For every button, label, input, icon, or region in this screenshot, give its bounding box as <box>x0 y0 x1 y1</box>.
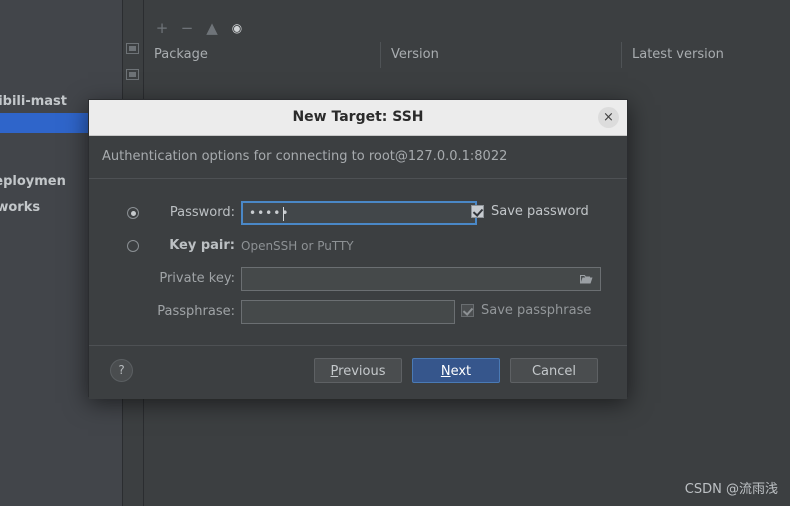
text-caret <box>283 207 284 221</box>
folder-icon[interactable] <box>579 274 593 285</box>
previous-accel: P <box>330 364 339 379</box>
window-icon-1[interactable] <box>126 43 139 54</box>
new-target-ssh-dialog: New Target: SSH × Authentication options… <box>88 99 628 399</box>
package-table-header: Package Version Latest version <box>144 42 790 69</box>
keypair-label: Key pair: <box>169 238 235 253</box>
dialog-footer: ? Previous Next Cancel <box>89 345 627 399</box>
add-package-button[interactable]: + <box>152 18 172 38</box>
passphrase-label: Passphrase: <box>157 304 235 319</box>
show-early-releases-eye-icon[interactable]: ◉ <box>227 18 247 38</box>
keypair-row: Key pair: OpenSSH or PuTTY <box>89 234 627 258</box>
column-header-version[interactable]: Version <box>380 42 621 68</box>
close-icon[interactable]: × <box>598 107 619 128</box>
private-key-label: Private key: <box>159 271 235 286</box>
remove-package-button[interactable]: − <box>177 18 197 38</box>
sidebar-item-label: -Bilibili-mast <box>0 94 68 109</box>
next-accel: N <box>440 364 451 379</box>
upgrade-package-button[interactable]: ▲ <box>202 18 222 38</box>
save-passphrase-label: Save passphrase <box>481 303 592 318</box>
sidebar-item-label: , Deploymen <box>0 174 66 189</box>
dialog-subtitle-bar: Authentication options for connecting to… <box>89 136 627 179</box>
save-password-checkbox[interactable]: Save password <box>471 204 589 222</box>
dialog-title: New Target: SSH <box>292 109 424 125</box>
save-passphrase-checkbox[interactable]: Save passphrase <box>461 303 591 321</box>
window-icon-2[interactable] <box>126 69 139 80</box>
password-row: Password: ••••• Save password <box>89 201 627 225</box>
help-button[interactable]: ? <box>110 359 133 382</box>
cancel-button[interactable]: Cancel <box>510 358 598 383</box>
private-key-row: Private key: <box>89 267 627 291</box>
passphrase-input[interactable] <box>241 300 455 324</box>
next-button[interactable]: Next <box>412 358 500 383</box>
previous-label: revious <box>338 364 386 379</box>
keypair-radio[interactable] <box>127 240 139 252</box>
password-input[interactable]: ••••• <box>241 201 477 225</box>
watermark: CSDN @流雨浅 <box>684 482 778 497</box>
previous-button[interactable]: Previous <box>314 358 402 383</box>
checkmark-icon <box>471 205 484 218</box>
column-header-latest-version[interactable]: Latest version <box>621 42 790 68</box>
passphrase-row: Passphrase: Save passphrase <box>89 300 627 324</box>
sidebar-item-label: meworks <box>0 200 41 215</box>
package-toolbar: + − ▲ ◉ <box>144 14 790 43</box>
password-radio[interactable] <box>127 207 139 219</box>
save-password-label: Save password <box>491 204 589 219</box>
private-key-input[interactable] <box>241 267 601 291</box>
keypair-hint: OpenSSH or PuTTY <box>241 239 354 253</box>
column-header-package[interactable]: Package <box>144 42 380 68</box>
dialog-titlebar: New Target: SSH × <box>89 100 627 136</box>
dialog-subtitle: Authentication options for connecting to… <box>102 149 508 164</box>
authentication-form: Password: ••••• Save password Key pair: … <box>89 179 627 345</box>
next-label: ext <box>450 364 472 379</box>
checkmark-icon <box>461 304 474 317</box>
password-label: Password: <box>169 205 235 220</box>
